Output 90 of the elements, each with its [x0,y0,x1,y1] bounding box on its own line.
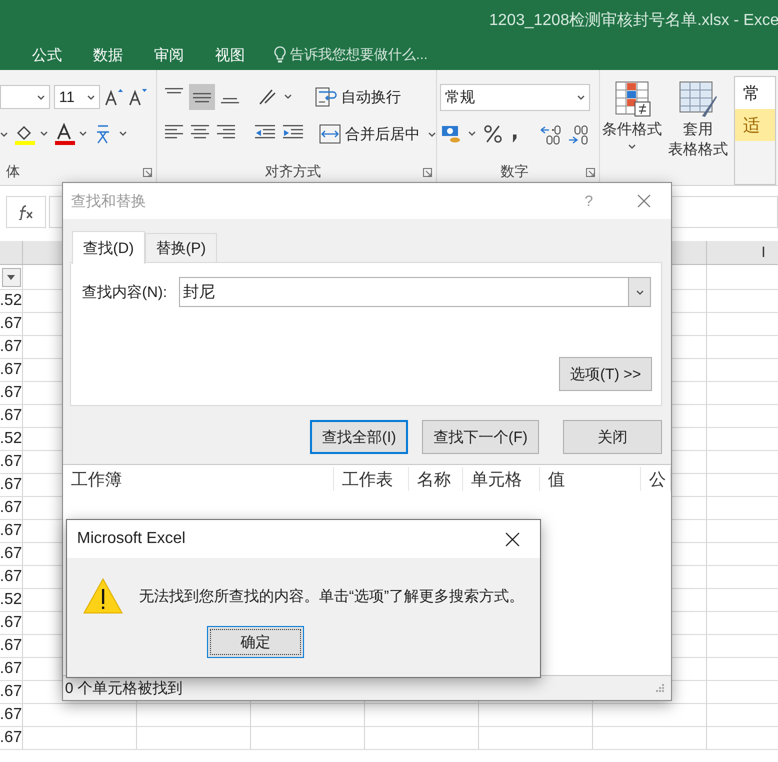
font-name-field[interactable] [0,85,50,109]
insert-function-button[interactable] [6,196,46,228]
table-cell: .67 [0,338,22,356]
table-cell: .67 [0,545,22,563]
format-as-table-button[interactable]: 套用 表格格式 [668,80,728,185]
ribbon-tab[interactable]: 审阅 [138,46,199,64]
dialog-launcher-icon[interactable] [423,168,432,176]
merge-center-button[interactable]: 合并后居中 [319,123,420,145]
table-cell: .52 [0,430,22,448]
search-field[interactable]: 封尼 [179,277,651,307]
close-icon [505,532,520,546]
caret-icon[interactable] [37,94,45,100]
table-cell: .67 [0,706,22,724]
merge-cells-icon [319,123,341,145]
phonetic-guide-icon[interactable] [94,123,128,145]
table-cell: .67 [0,660,22,678]
ribbon-tab[interactable]: 视图 [199,46,260,64]
table-cell: .52 [0,292,22,310]
tab[interactable]: 替换(P) [144,233,217,263]
caret-icon [7,274,15,280]
dialog-button[interactable]: 查找下一个(F) [422,420,539,454]
column-header[interactable]: 工作表 [334,467,409,491]
number-format-field[interactable]: 常规 [440,84,590,110]
dialog-button[interactable]: 关闭 [563,420,662,454]
wrap-text-icon [315,86,337,108]
filter-button[interactable] [2,268,20,286]
font-size-value: 11 [59,88,75,106]
dialog-title: 查找和替换 [71,192,146,210]
table-cell: .52 [0,591,22,609]
status-text: 0 个单元格被找到 [65,678,183,698]
table-cell: .67 [0,522,22,540]
column-header[interactable]: 名称 [409,467,463,491]
field-value: 封尼 [183,282,215,302]
column-header: I [761,244,766,261]
caret-icon [636,290,644,294]
caret-icon[interactable] [628,144,636,149]
warning-icon [83,578,123,614]
column-header[interactable]: 值 [540,467,641,491]
table-cell: .67 [0,476,22,494]
function-icon [17,204,35,220]
field-label: 查找内容(N): [82,282,167,302]
table-cell: .67 [0,499,22,517]
group-label: 数字 [500,163,528,181]
column-header[interactable]: 工作簿 [63,467,334,491]
cell-style-item[interactable]: 常 [735,77,775,109]
format-as-table-icon [678,80,718,120]
alert-message: 无法找到您所查找的内容。单击“选项”了解更多搜索方式。 [139,586,524,606]
shrink-font-icon[interactable] [128,87,148,107]
caret-icon[interactable] [0,132,8,136]
caret-icon[interactable] [577,94,585,100]
close-button[interactable] [505,532,520,546]
increase-decimal-icon[interactable] [539,123,563,145]
tell-me-field[interactable]: 告诉我您想要做什么... [290,46,428,64]
ribbon-tab[interactable]: 数据 [77,46,138,64]
dialog-launcher-icon[interactable] [143,168,152,176]
column-header[interactable]: 单元格 [463,467,540,491]
table-cell: .67 [0,453,22,471]
table-cell: .67 [0,315,22,333]
percent-icon[interactable] [483,123,503,145]
table-cell: .67 [0,637,22,655]
table-cell: .67 [0,384,22,402]
cell-style-item[interactable]: 适 [735,109,775,141]
wrap-text-button[interactable]: 自动换行 [315,86,401,108]
group-label: 体 [6,163,20,181]
grow-font-icon[interactable] [104,87,124,107]
column-header[interactable]: 公 [641,467,671,491]
ok-button[interactable]: 确定 [207,626,304,658]
dialog-button[interactable]: 查找全部(I) [310,420,408,454]
font-size-field[interactable]: 11 [54,85,100,109]
table-cell: .67 [0,614,22,632]
window-title: 1203_1208检测审核封号名单.xlsx - Exce [489,10,778,30]
middle-align-button[interactable] [189,84,215,110]
table-cell: .67 [0,407,22,425]
dialog-title: Microsoft Excel [77,530,186,548]
dialog-launcher-icon[interactable] [586,168,595,176]
table-cell: .67 [0,361,22,379]
caret-icon[interactable] [428,132,436,136]
table-cell: .67 [0,568,22,586]
group-label: 对齐方式 [265,163,321,181]
close-icon [637,194,651,208]
resize-grip-icon[interactable] [655,683,665,693]
font-color-icon[interactable] [54,123,88,145]
ribbon-tab[interactable]: 公式 [16,46,77,64]
table-cell: .67 [0,683,22,701]
number-format-value: 常规 [445,88,475,106]
tab[interactable]: 查找(D) [72,231,145,264]
options-button[interactable]: 选项(T) >> [559,357,652,391]
lightbulb-icon[interactable] [274,46,286,64]
table-cell: .67 [0,729,22,747]
caret-icon[interactable] [87,94,95,100]
